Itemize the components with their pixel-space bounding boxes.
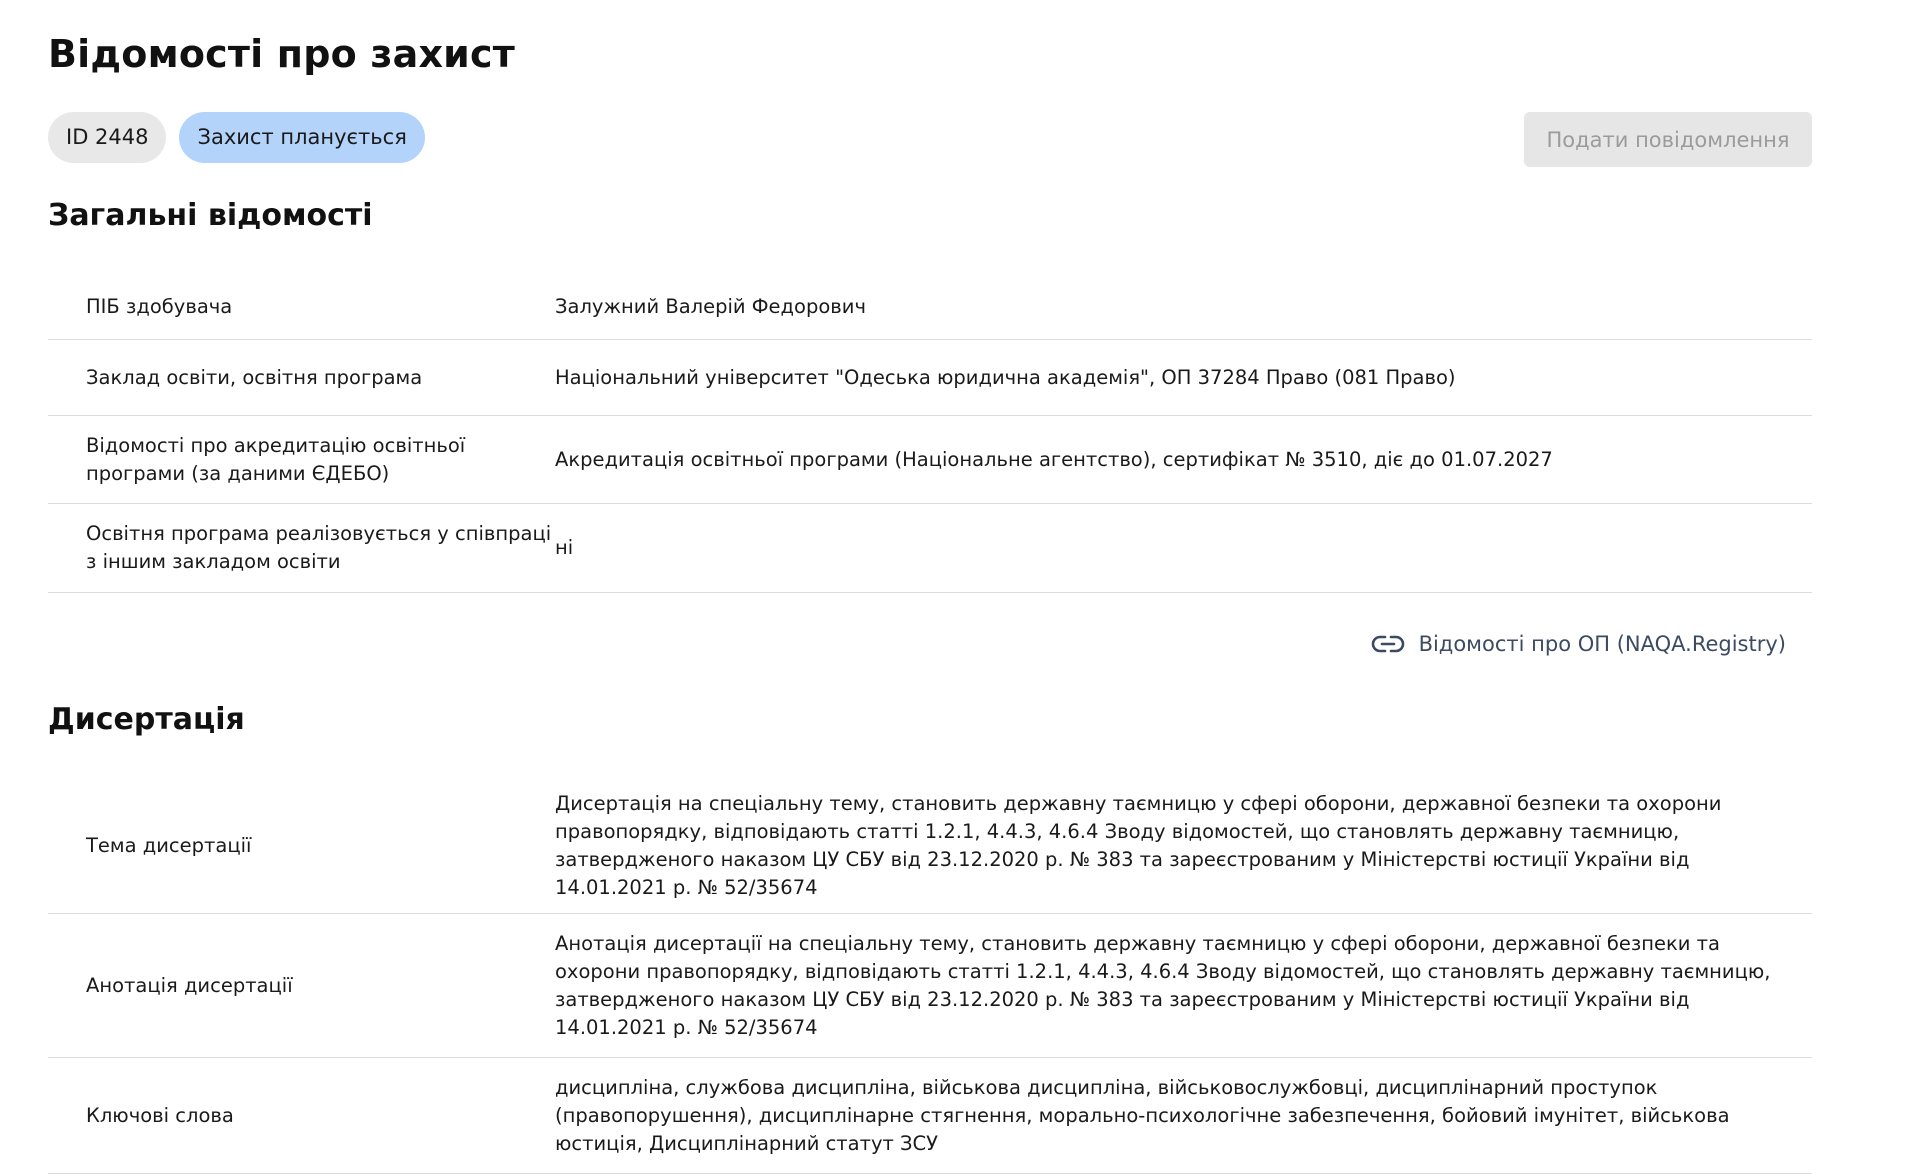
row-label: Тема дисертації [86, 833, 252, 857]
dissertation-section-title: Дисертація [48, 702, 245, 737]
table-row: Заклад освіти, освітня програма Націонал… [48, 340, 1812, 416]
row-label: ПІБ здобувача [86, 294, 233, 318]
table-row: ПІБ здобувача Залужний Валерій Федорович [48, 274, 1812, 340]
table-row: Тема дисертації Дисертація на спеціальну… [48, 778, 1812, 914]
row-value: ні [555, 536, 574, 559]
status-badge: Захист планується [179, 112, 425, 163]
page-title: Відомості про захист [48, 32, 515, 76]
row-label: Анотація дисертації [86, 973, 293, 997]
row-value: Акредитація освітньої програми (Націонал… [555, 447, 1553, 471]
row-value: Дисертація на спеціальну тему, становить… [555, 791, 1722, 899]
row-label: Освітня програма реалізовується у співпр… [86, 522, 552, 573]
row-label: Заклад освіти, освітня програма [86, 365, 423, 389]
row-label: Відомості про акредитацію освітньої прог… [86, 433, 466, 485]
naqa-registry-link[interactable]: Відомості про ОП (NAQA.Registry) [1371, 632, 1812, 656]
row-label: Ключові слова [86, 1103, 234, 1127]
row-value: Національний університет "Одеська юридич… [555, 365, 1456, 389]
dissertation-table: Тема дисертації Дисертація на спеціальну… [48, 778, 1812, 1174]
table-row: Відомості про акредитацію освітньої прог… [48, 416, 1812, 504]
table-row: Анотація дисертації Анотація дисертації … [48, 914, 1812, 1058]
status-chips: ID 2448 Захист планується [48, 112, 425, 163]
table-row: Освітня програма реалізовується у співпр… [48, 504, 1812, 593]
id-badge: ID 2448 [48, 112, 167, 163]
row-value: дисципліна, службова дисципліна, військо… [555, 1075, 1730, 1155]
row-value: Залужний Валерій Федорович [555, 294, 866, 318]
link-icon [1371, 633, 1405, 655]
naqa-registry-link-label: Відомості про ОП (NAQA.Registry) [1418, 632, 1786, 656]
defense-info-page: Відомості про захист ID 2448 Захист план… [0, 0, 1920, 1176]
row-value: Анотація дисертації на спеціальну тему, … [555, 931, 1771, 1039]
table-row: Ключові слова дисципліна, службова дисци… [48, 1058, 1812, 1174]
general-info-table: ПІБ здобувача Залужний Валерій Федорович… [48, 274, 1812, 593]
general-section-title: Загальні відомості [48, 198, 373, 233]
submit-notification-button[interactable]: Подати повідомлення [1524, 112, 1812, 167]
